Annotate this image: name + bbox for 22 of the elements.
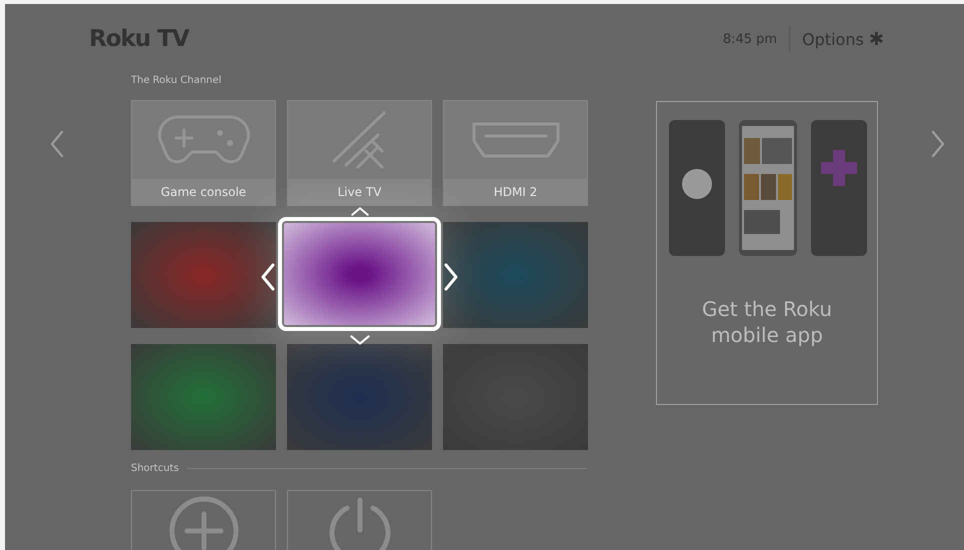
shortcut-tile[interactable] [287,490,432,550]
promo-text: Get the Roku mobile app [700,296,834,348]
gamepad-icon [158,114,250,166]
promo-card[interactable]: Get the Roku mobile app [656,101,878,405]
tile-label: Live TV [288,179,431,205]
channel-tile[interactable] [131,222,276,328]
channel-tile[interactable] [443,222,588,328]
tile-label: Game console [132,179,275,205]
input-tile[interactable]: Game console [131,100,276,206]
hdmi-port-icon [470,121,562,159]
channel-tile[interactable] [131,344,276,450]
channel-tile[interactable] [443,344,588,450]
tile-label: HDMI 2 [444,179,587,205]
antenna-icon [332,111,388,169]
add-icon [168,496,238,550]
shortcut-tile[interactable] [131,490,276,550]
input-tile[interactable]: Live TV [287,100,432,206]
channel-tile[interactable] [287,344,432,450]
input-tile[interactable]: HDMI 2 [443,100,588,206]
section-title: Shortcuts [131,462,179,474]
section-title: The Roku Channel [131,74,222,88]
channel-tile[interactable] [278,217,441,331]
